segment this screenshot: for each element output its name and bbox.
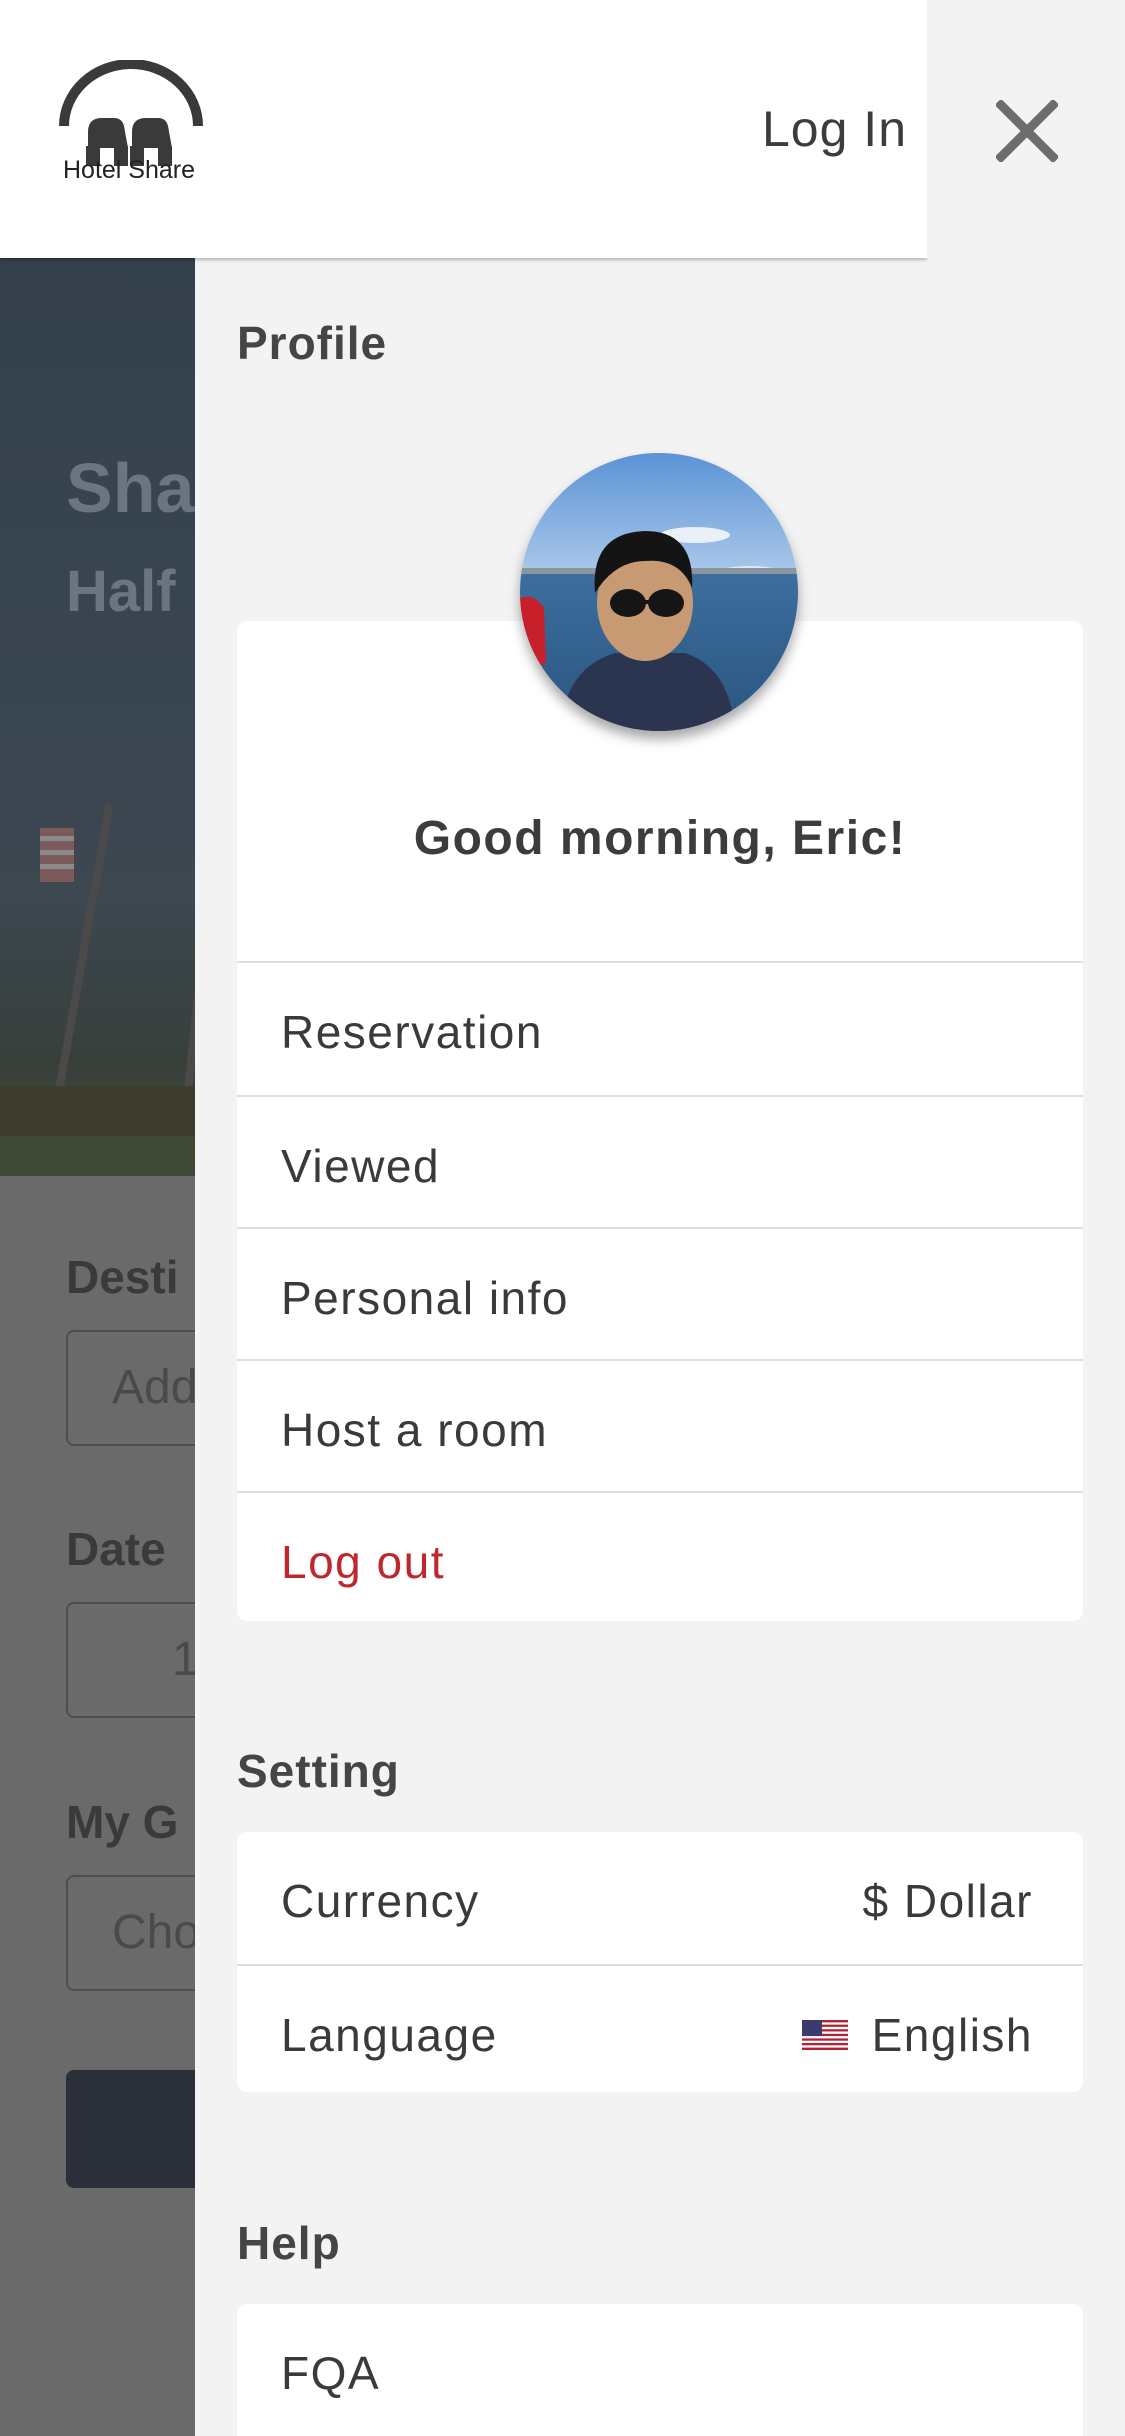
help-section-title: Help — [237, 2217, 341, 2269]
hero-ground — [0, 1136, 200, 1176]
hero-subtitle: Half — [66, 559, 176, 624]
logout-label: Log out — [281, 1536, 445, 1588]
brand-name: Hotel Share — [63, 156, 196, 184]
language-label: Language — [281, 2009, 498, 2061]
profile-card: Good morning, Eric! Reservation Viewed P… — [237, 621, 1083, 1621]
date-label: Date — [66, 1523, 166, 1575]
drawer-header: Hotel Share Log In — [0, 0, 927, 258]
us-flag-icon — [801, 2019, 848, 2050]
menu-item-host-a-room[interactable]: Host a room — [237, 1359, 1083, 1491]
setting-section-title: Setting — [237, 1745, 400, 1797]
language-value-wrap: English — [801, 2008, 1033, 2062]
menu-item-label: Host a room — [281, 1404, 549, 1456]
hero-title: Sha — [66, 449, 195, 527]
side-drawer: Profile Good morning, Eric! Reservation … — [195, 258, 1125, 2436]
language-value: English — [871, 2009, 1033, 2061]
menu-item-reservation[interactable]: Reservation — [237, 963, 1083, 1095]
help-item-label: FQA — [281, 2347, 381, 2399]
menu-item-label: Viewed — [281, 1140, 441, 1192]
currency-setting[interactable]: Currency $ Dollar — [237, 1832, 1083, 1964]
avatar-photo — [520, 453, 798, 731]
profile-section-title: Profile — [237, 317, 388, 369]
login-link[interactable]: Log In — [762, 100, 907, 158]
currency-label: Currency — [281, 1875, 480, 1927]
hero-trees — [0, 1086, 200, 1136]
help-card: FQA — [237, 2304, 1083, 2436]
currency-value: $ Dollar — [862, 1875, 1033, 1927]
avatar[interactable] — [520, 453, 798, 731]
menu-item-personal-info[interactable]: Personal info — [237, 1227, 1083, 1359]
logout-button[interactable]: Log out — [237, 1491, 1083, 1623]
help-item-fqa[interactable]: FQA — [237, 2304, 1083, 2436]
language-setting[interactable]: Language English — [237, 1964, 1083, 2096]
guests-label: My G — [66, 1796, 179, 1848]
close-icon[interactable] — [996, 100, 1058, 162]
settings-card: Currency $ Dollar Language English — [237, 1832, 1083, 2092]
menu-item-label: Reservation — [281, 1006, 543, 1058]
profile-menu: Reservation Viewed Personal info Host a … — [237, 961, 1083, 1623]
menu-item-label: Personal info — [281, 1272, 569, 1324]
flag-image — [40, 828, 74, 882]
menu-item-viewed[interactable]: Viewed — [237, 1095, 1083, 1227]
greeting-text: Good morning, Eric! — [413, 812, 907, 865]
destination-label: Desti — [66, 1251, 179, 1303]
